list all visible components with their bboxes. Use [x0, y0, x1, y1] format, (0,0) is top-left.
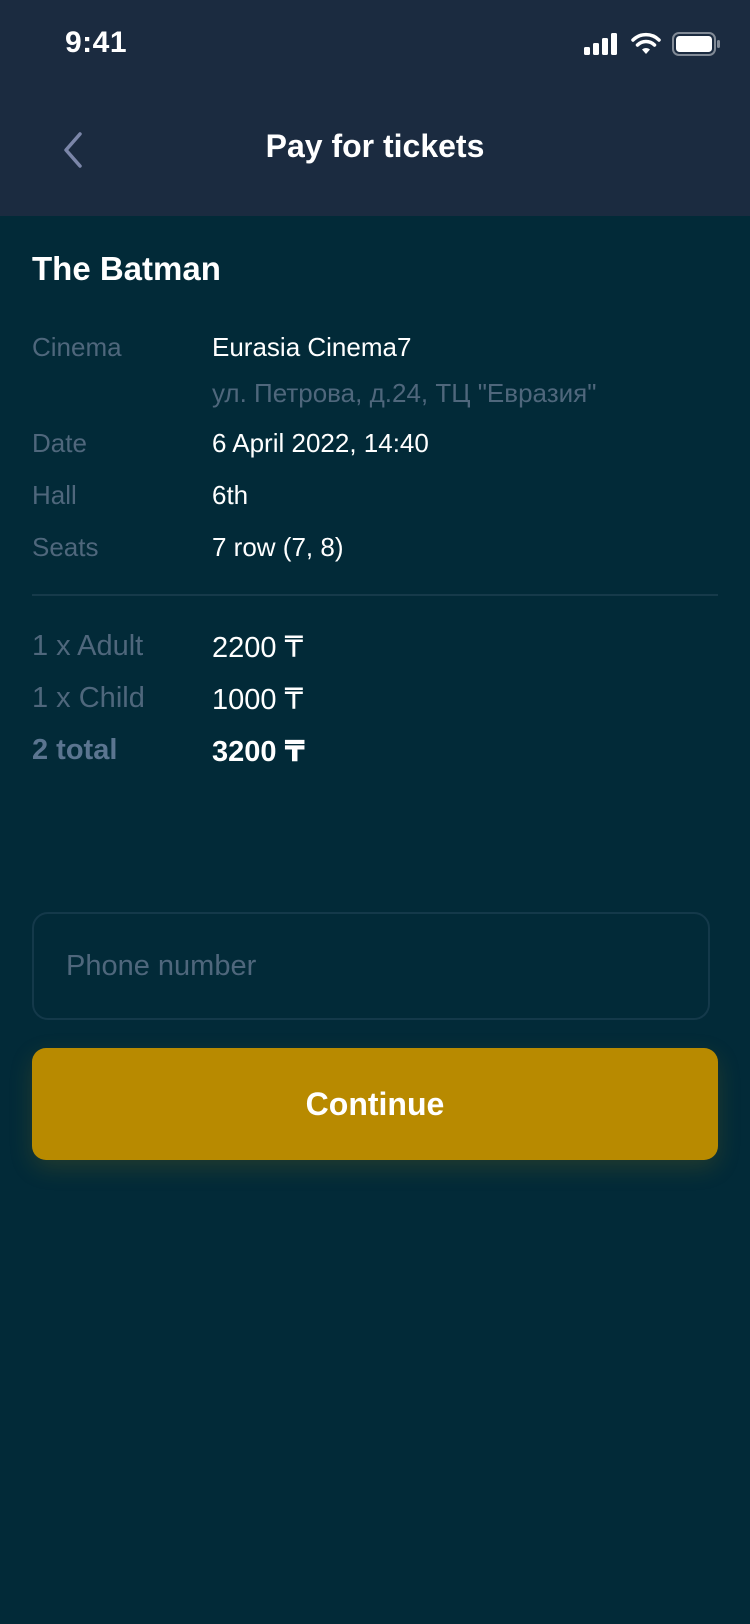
- adult-ticket-label: 1 x Adult: [32, 630, 144, 662]
- cinema-label: Cinema: [32, 332, 122, 362]
- battery-icon: [672, 32, 720, 61]
- cellular-signal-icon: [584, 33, 620, 60]
- phone-field[interactable]: [32, 912, 710, 1020]
- page-title: Pay for tickets: [265, 128, 485, 164]
- hall-value: 6th: [212, 480, 249, 510]
- cinema-address: ул. Петрова, д.24, ТЦ "Евразия": [212, 378, 597, 408]
- date-value: 6 April 2022, 14:40: [212, 428, 429, 458]
- adult-ticket-price: 2200 ₸: [212, 632, 304, 664]
- divider: [32, 594, 718, 596]
- continue-button[interactable]: Continue: [32, 1048, 718, 1160]
- status-time: 9:41: [65, 26, 128, 59]
- phone-number-input[interactable]: [64, 948, 668, 984]
- hall-label: Hall: [32, 480, 77, 510]
- total-price: 3200 ₸: [212, 736, 305, 768]
- cinema-name: Eurasia Cinema7: [212, 332, 412, 362]
- child-ticket-price: 1000 ₸: [212, 684, 304, 716]
- seats-label: Seats: [32, 532, 99, 562]
- seats-value: 7 row (7, 8): [212, 532, 344, 562]
- status-icons: [584, 32, 720, 61]
- movie-title: The Batman: [32, 250, 221, 287]
- date-label: Date: [32, 428, 87, 458]
- child-ticket-label: 1 x Child: [32, 682, 145, 714]
- header-area: 9:41 Pay for tickets: [0, 0, 750, 216]
- wifi-icon: [630, 32, 662, 61]
- total-label: 2 total: [32, 734, 118, 766]
